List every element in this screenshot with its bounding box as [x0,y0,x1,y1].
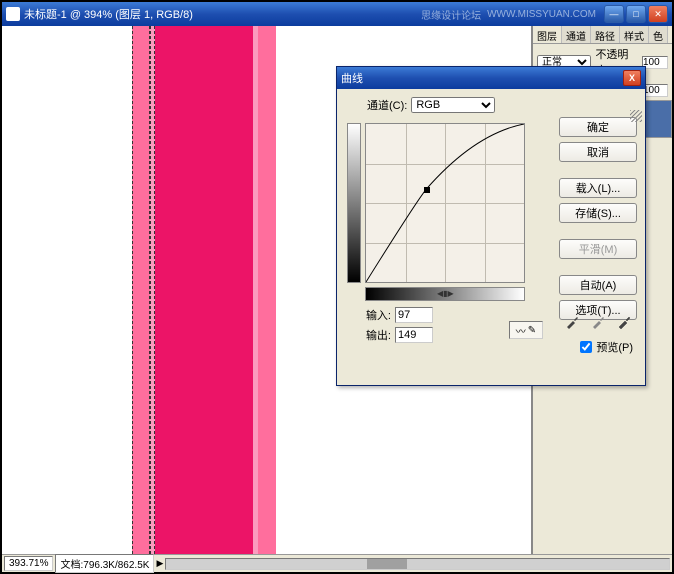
document-title: 未标题-1 @ 394% (图层 1, RGB/8) [24,6,193,22]
auto-button[interactable]: 自动(A) [559,275,637,295]
close-button[interactable]: ✕ [648,5,668,23]
watermark-url: WWW.MISSYUAN.COM [487,9,596,20]
canvas-stripe [132,26,150,554]
maximize-button[interactable]: □ [626,5,646,23]
y-gradient-bar [347,123,361,283]
resize-grip-icon[interactable] [630,110,642,122]
watermark-text: 思缘设计论坛 [421,7,481,22]
eyedropper-white-icon[interactable] [617,313,633,329]
save-button[interactable]: 存储(S)... [559,203,637,223]
curves-dialog: 曲线 X 通道(C): RGB ◀▮▶ [336,66,646,386]
tab-styles[interactable]: 样式 [620,26,649,43]
tab-paths[interactable]: 路径 [591,26,620,43]
dialog-title: 曲线 [341,70,363,86]
canvas-stripe [258,26,276,554]
smooth-button: 平滑(M) [559,239,637,259]
dialog-title-bar[interactable]: 曲线 X [337,67,645,89]
panel-tabs: 图层 通道 路径 样式 色 [533,26,672,44]
curve-grid[interactable] [365,123,525,283]
output-label: 输出: [347,327,391,343]
load-button[interactable]: 载入(L)... [559,178,637,198]
eyedropper-gray-icon[interactable] [591,313,607,329]
preview-label: 预览(P) [596,339,633,355]
eyedropper-black-icon[interactable] [565,313,581,329]
status-bar: 393.71% 文档:796.3K/862.5K ▶ [2,554,672,572]
cancel-button[interactable]: 取消 [559,142,637,162]
curve-icon: 〰 [516,323,526,338]
zoom-field[interactable]: 393.71% [4,556,53,571]
tab-color[interactable]: 色 [649,26,668,43]
ok-button[interactable]: 确定 [559,117,637,137]
pencil-icon: ✎ [528,325,536,336]
canvas-stripe [155,26,253,554]
chevron-right-icon[interactable]: ▶ [156,558,163,569]
channel-select[interactable]: RGB [411,97,495,113]
scrollbar-horizontal[interactable] [165,558,670,570]
tab-channels[interactable]: 通道 [562,26,591,43]
gradient-arrows-icon[interactable]: ◀▮▶ [437,289,454,298]
tab-layers[interactable]: 图层 [533,26,562,43]
curve-editor [347,123,525,283]
input-value-field[interactable] [395,307,433,323]
preview-checkbox[interactable] [580,341,592,353]
minimize-button[interactable]: — [604,5,624,23]
curve-mode-toggle[interactable]: 〰 ✎ [509,321,543,339]
app-window: 未标题-1 @ 394% (图层 1, RGB/8) 思缘设计论坛 WWW.MI… [2,2,672,572]
dialog-close-button[interactable]: X [623,70,641,86]
curve-path [366,124,524,282]
app-icon [6,7,20,21]
curve-control-point[interactable] [424,187,430,193]
channel-label: 通道(C): [367,97,407,113]
doc-size-field: 文档:796.3K/862.5K [55,554,154,573]
title-bar: 未标题-1 @ 394% (图层 1, RGB/8) 思缘设计论坛 WWW.MI… [2,2,672,26]
input-label: 输入: [347,307,391,323]
output-value-field[interactable] [395,327,433,343]
